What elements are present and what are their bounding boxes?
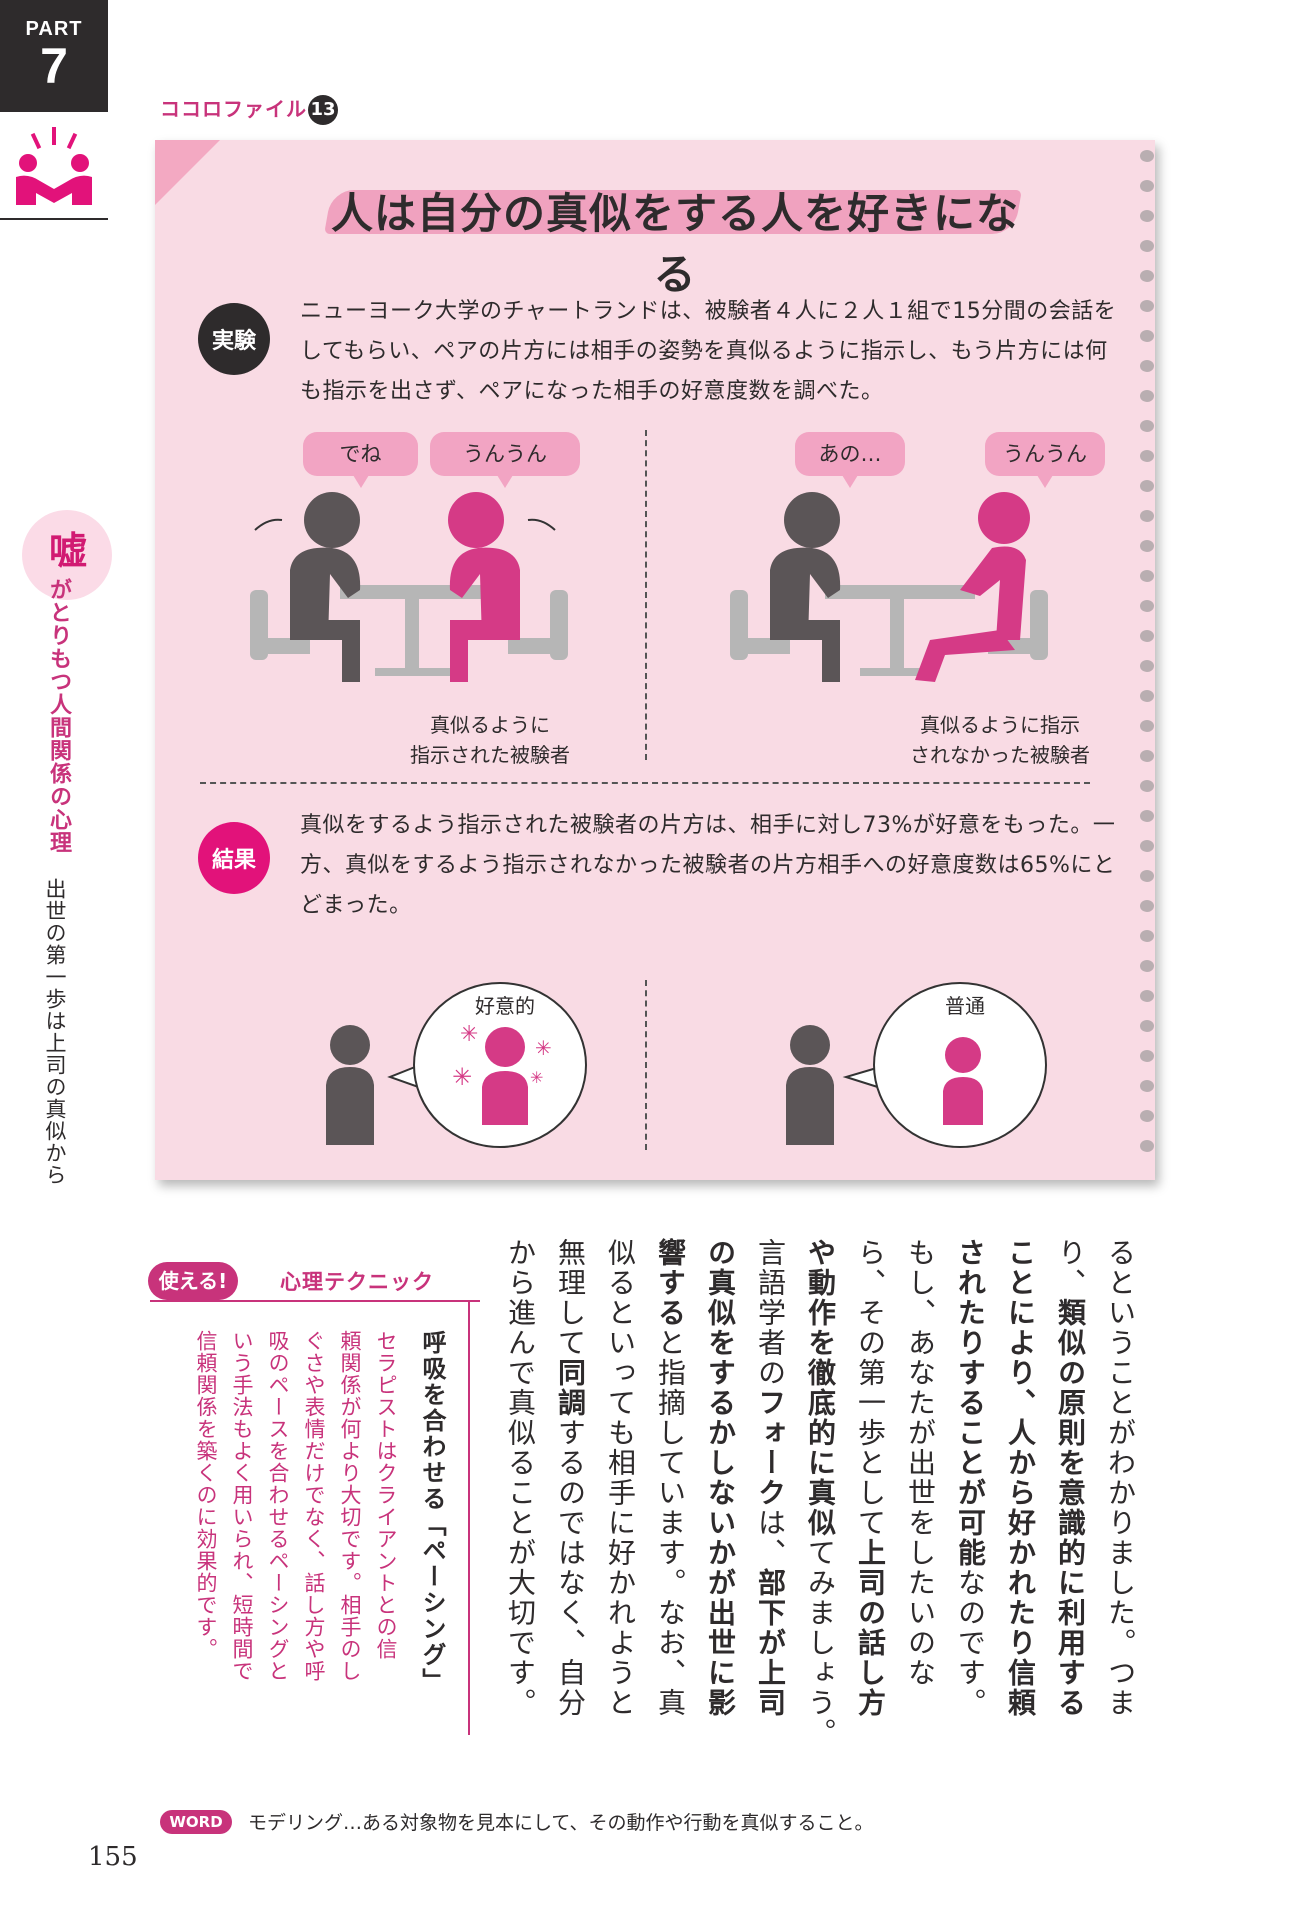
body-text: るということがわかりました。つま り、類似の原則を意識的に利用する ことにより、… [504,1238,1137,1748]
binder-hole [1140,690,1154,702]
binder-hole [1140,900,1154,912]
non-mimic-scene-illustration [730,492,1048,682]
binder-hole [1140,1110,1154,1122]
binder-hole [1140,300,1154,312]
binder-hole [1140,150,1154,162]
binder-hole [1140,810,1154,822]
binder-hole [1140,420,1154,432]
binder-hole [1140,660,1154,672]
caption-right-line1: 真似るように指示 [920,713,1080,737]
side-rule [0,218,108,220]
neutral-label: 普通 [945,994,985,1018]
technique-label: 心理テクニック [280,1270,434,1294]
binder-hole [1140,1140,1154,1152]
part-number: 7 [40,38,68,94]
handshake-icon [16,127,92,205]
binder-hole [1140,750,1154,762]
file-number: 13 [308,95,338,125]
binder-hole [1140,1080,1154,1092]
experiment-text: ニューヨーク大学のチャートランドは、被験者４人に２人１組で15分間の会話をしても… [300,299,1117,404]
binder-hole [1140,630,1154,642]
technique-heading: 呼吸を合わせる「ペーシング」 [418,1330,446,1694]
binder-hole [1140,210,1154,222]
binder-hole [1140,960,1154,972]
speech-bubble-right-1: あの… [795,432,905,488]
binder-hole [1140,180,1154,192]
experiment-badge: 実験 [198,303,270,375]
binder-hole [1140,510,1154,522]
section-divider [200,782,1090,784]
result-badge: 結果 [198,822,270,894]
part-tab: PART 7 [0,0,108,112]
word-definition: モデリング…ある対象物を見本にして、その動作や行動を真似すること。 [248,1812,874,1834]
binder-hole [1140,1020,1154,1032]
binder-hole [1140,720,1154,732]
binder-hole [1140,840,1154,852]
speech-bubble-right-2: うんうん [985,432,1105,488]
technique-vertical-rule [468,1300,470,1735]
technique-pill: 使える! [148,1262,238,1300]
binder-hole [1140,930,1154,942]
binder-hole [1140,870,1154,882]
binder-hole [1140,390,1154,402]
sidebar-chapter: 出世の第一歩は上司の真似から [43,878,67,1186]
word-tag: WORD [160,1810,232,1834]
binder-hole [1140,480,1154,492]
binder-hole [1140,450,1154,462]
panel-title: 人は自分の真似をする人を好きになる [330,189,1019,299]
result-divider [645,980,647,1150]
binder-holes [1138,150,1158,1170]
binder-hole [1140,540,1154,552]
scene-divider [645,430,647,760]
sidebar-subtitle: がとりもつ人間関係の心理 [46,578,71,854]
svg-text:✳: ✳ [460,1022,478,1047]
binder-hole [1140,780,1154,792]
result-text: 真似をするよう指示された被験者の片方は、相手に対し73%が好意をもった。一方、真… [300,813,1116,918]
binder-hole [1140,1050,1154,1062]
sidebar-kanji: 嘘 [48,529,87,573]
page-fold [155,140,220,205]
caption-right-line2: されなかった被験者 [910,743,1090,767]
speech-bubble-left-1: でね [303,432,418,488]
binder-hole [1140,600,1154,612]
svg-text:✳: ✳ [535,1036,552,1060]
technique-body: セラピストはクライアントとの信 頼関係が何より大切です。相手のし ぐさや表情だけ… [194,1330,398,1682]
caption-left-line1: 真似るように [430,713,550,737]
binder-hole [1140,570,1154,582]
binder-hole [1140,360,1154,372]
technique-rule [150,1300,480,1302]
file-label: ココロファイル [160,97,307,121]
binder-hole [1140,270,1154,282]
favorable-label: 好意的 [475,994,535,1018]
mimic-scene-illustration [250,492,568,682]
svg-text:✳: ✳ [530,1068,543,1087]
binder-hole [1140,330,1154,342]
binder-hole [1140,990,1154,1002]
binder-hole [1140,240,1154,252]
page-number: 155 [88,1842,138,1872]
caption-left-line2: 指示された被験者 [410,743,570,767]
svg-text:✳: ✳ [452,1063,472,1091]
speech-bubble-left-2: うんうん [430,432,580,488]
